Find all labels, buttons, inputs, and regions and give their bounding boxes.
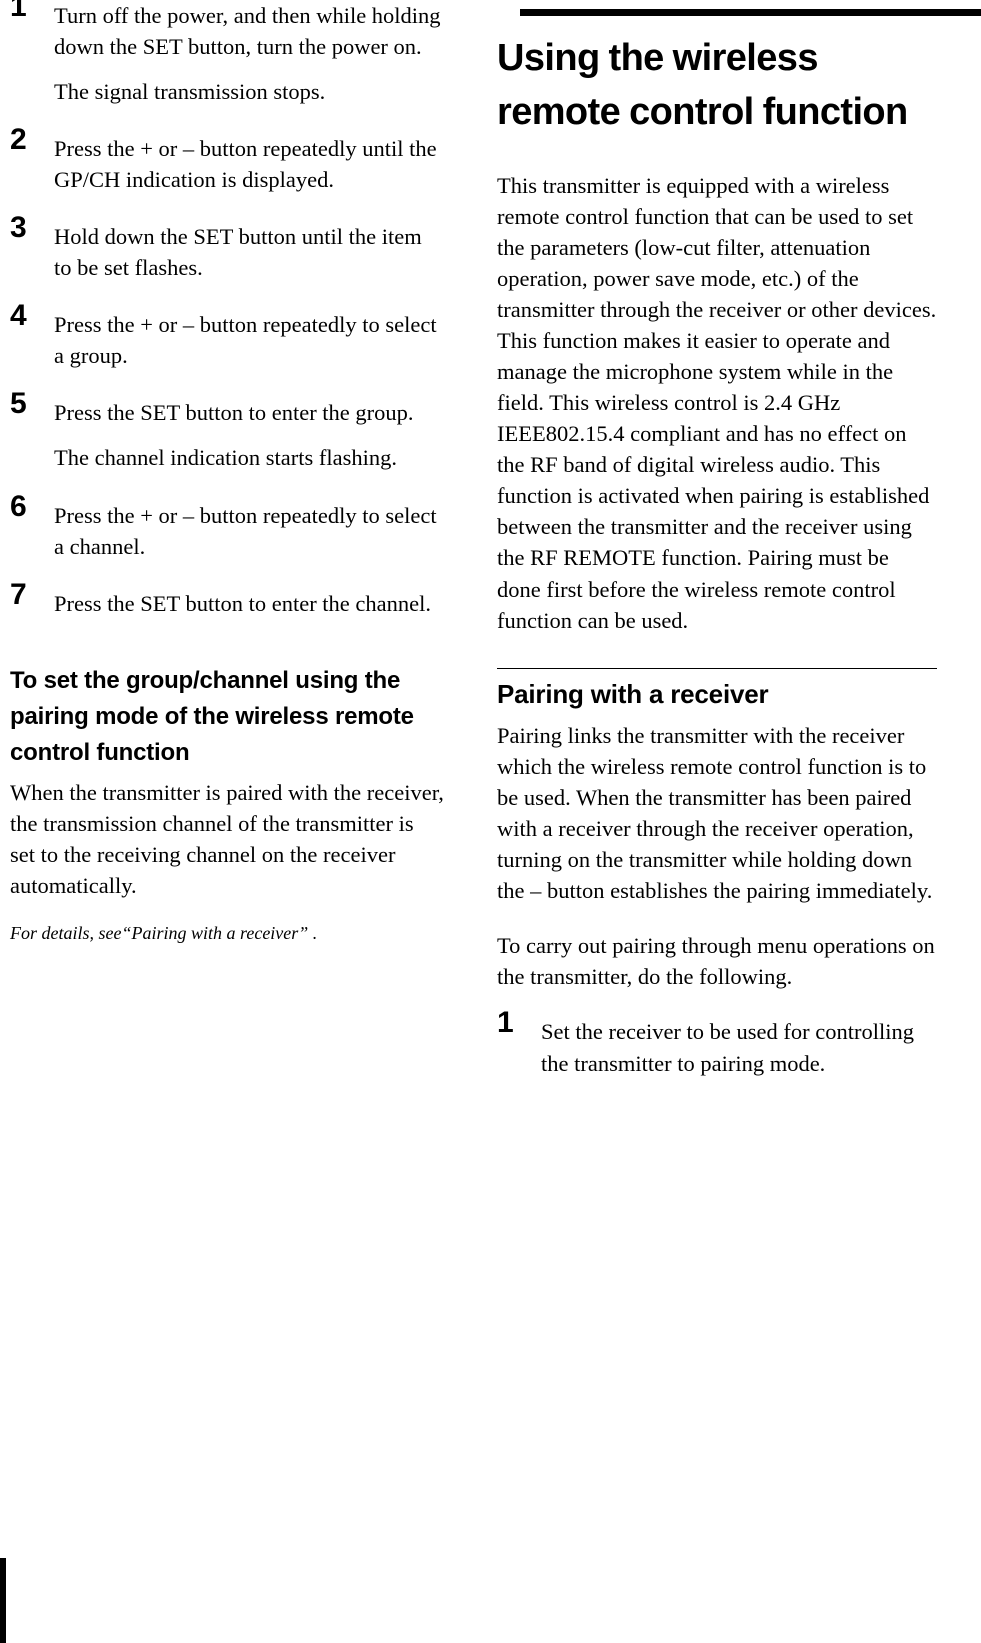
step-item: 1 Set the receiver to be used for contro… <box>497 1008 937 1078</box>
step-number: 3 <box>10 211 27 245</box>
step-item: 1 Turn off the power, and then while hol… <box>10 0 444 107</box>
section-heading: Pairing with a receiver <box>497 678 769 709</box>
section-heading-rule <box>497 667 937 669</box>
step-item: 2 Press the + or – button repeatedly unt… <box>10 125 444 195</box>
left-column: 1 Turn off the power, and then while hol… <box>10 0 444 946</box>
step-text: Set the receiver to be used for controll… <box>541 1019 914 1076</box>
step-item: 5 Press the SET button to enter the grou… <box>10 389 444 473</box>
step-result: The signal transmission stops. <box>54 79 326 105</box>
step-item: 4 Press the + or – button repeatedly to … <box>10 301 444 371</box>
step-item: 7 Press the SET button to enter the chan… <box>10 579 444 619</box>
cross-reference-note: For details, see“Pairing with a receiver… <box>10 922 318 943</box>
step-number: 7 <box>10 577 27 611</box>
page-edge-marker <box>0 1558 6 1643</box>
step-item: 3 Hold down the SET button until the ite… <box>10 213 444 283</box>
subsection-heading: To set the group/channel using the pairi… <box>10 666 414 766</box>
section-paragraph-2: To carry out pairing through menu operat… <box>497 933 935 990</box>
step-number: 5 <box>10 387 27 421</box>
step-number: 6 <box>10 489 27 523</box>
step-text: Press the SET button to enter the channe… <box>54 590 432 616</box>
step-result: The channel indication starts flashing. <box>54 445 398 471</box>
chapter-intro-paragraph: This transmitter is equipped with a wire… <box>497 172 937 633</box>
step-text: Press the + or – button repeatedly to se… <box>54 502 437 559</box>
step-text: Press the + or – button repeatedly to se… <box>54 312 437 369</box>
step-number: 2 <box>10 123 27 157</box>
section-paragraph-1: Pairing links the transmitter with the r… <box>497 723 933 904</box>
step-item: 6 Press the + or – button repeatedly to … <box>10 491 444 562</box>
step-number: 1 <box>497 1006 514 1040</box>
step-number: 4 <box>10 299 27 333</box>
step-text: Turn off the power, and then while holdi… <box>54 3 441 60</box>
step-number: 1 <box>10 0 27 23</box>
step-text: Hold down the SET button until the item … <box>54 224 422 281</box>
step-text: Press the + or – button repeatedly until… <box>54 136 437 193</box>
chapter-title: Using the wireless remote control functi… <box>497 37 908 133</box>
step-text: Press the SET button to enter the group. <box>54 400 414 426</box>
subsection-paragraph: When the transmitter is paired with the … <box>10 779 444 898</box>
right-column: Using the wireless remote control functi… <box>497 0 937 1093</box>
document-page: 1 Turn off the power, and then while hol… <box>0 0 981 1643</box>
